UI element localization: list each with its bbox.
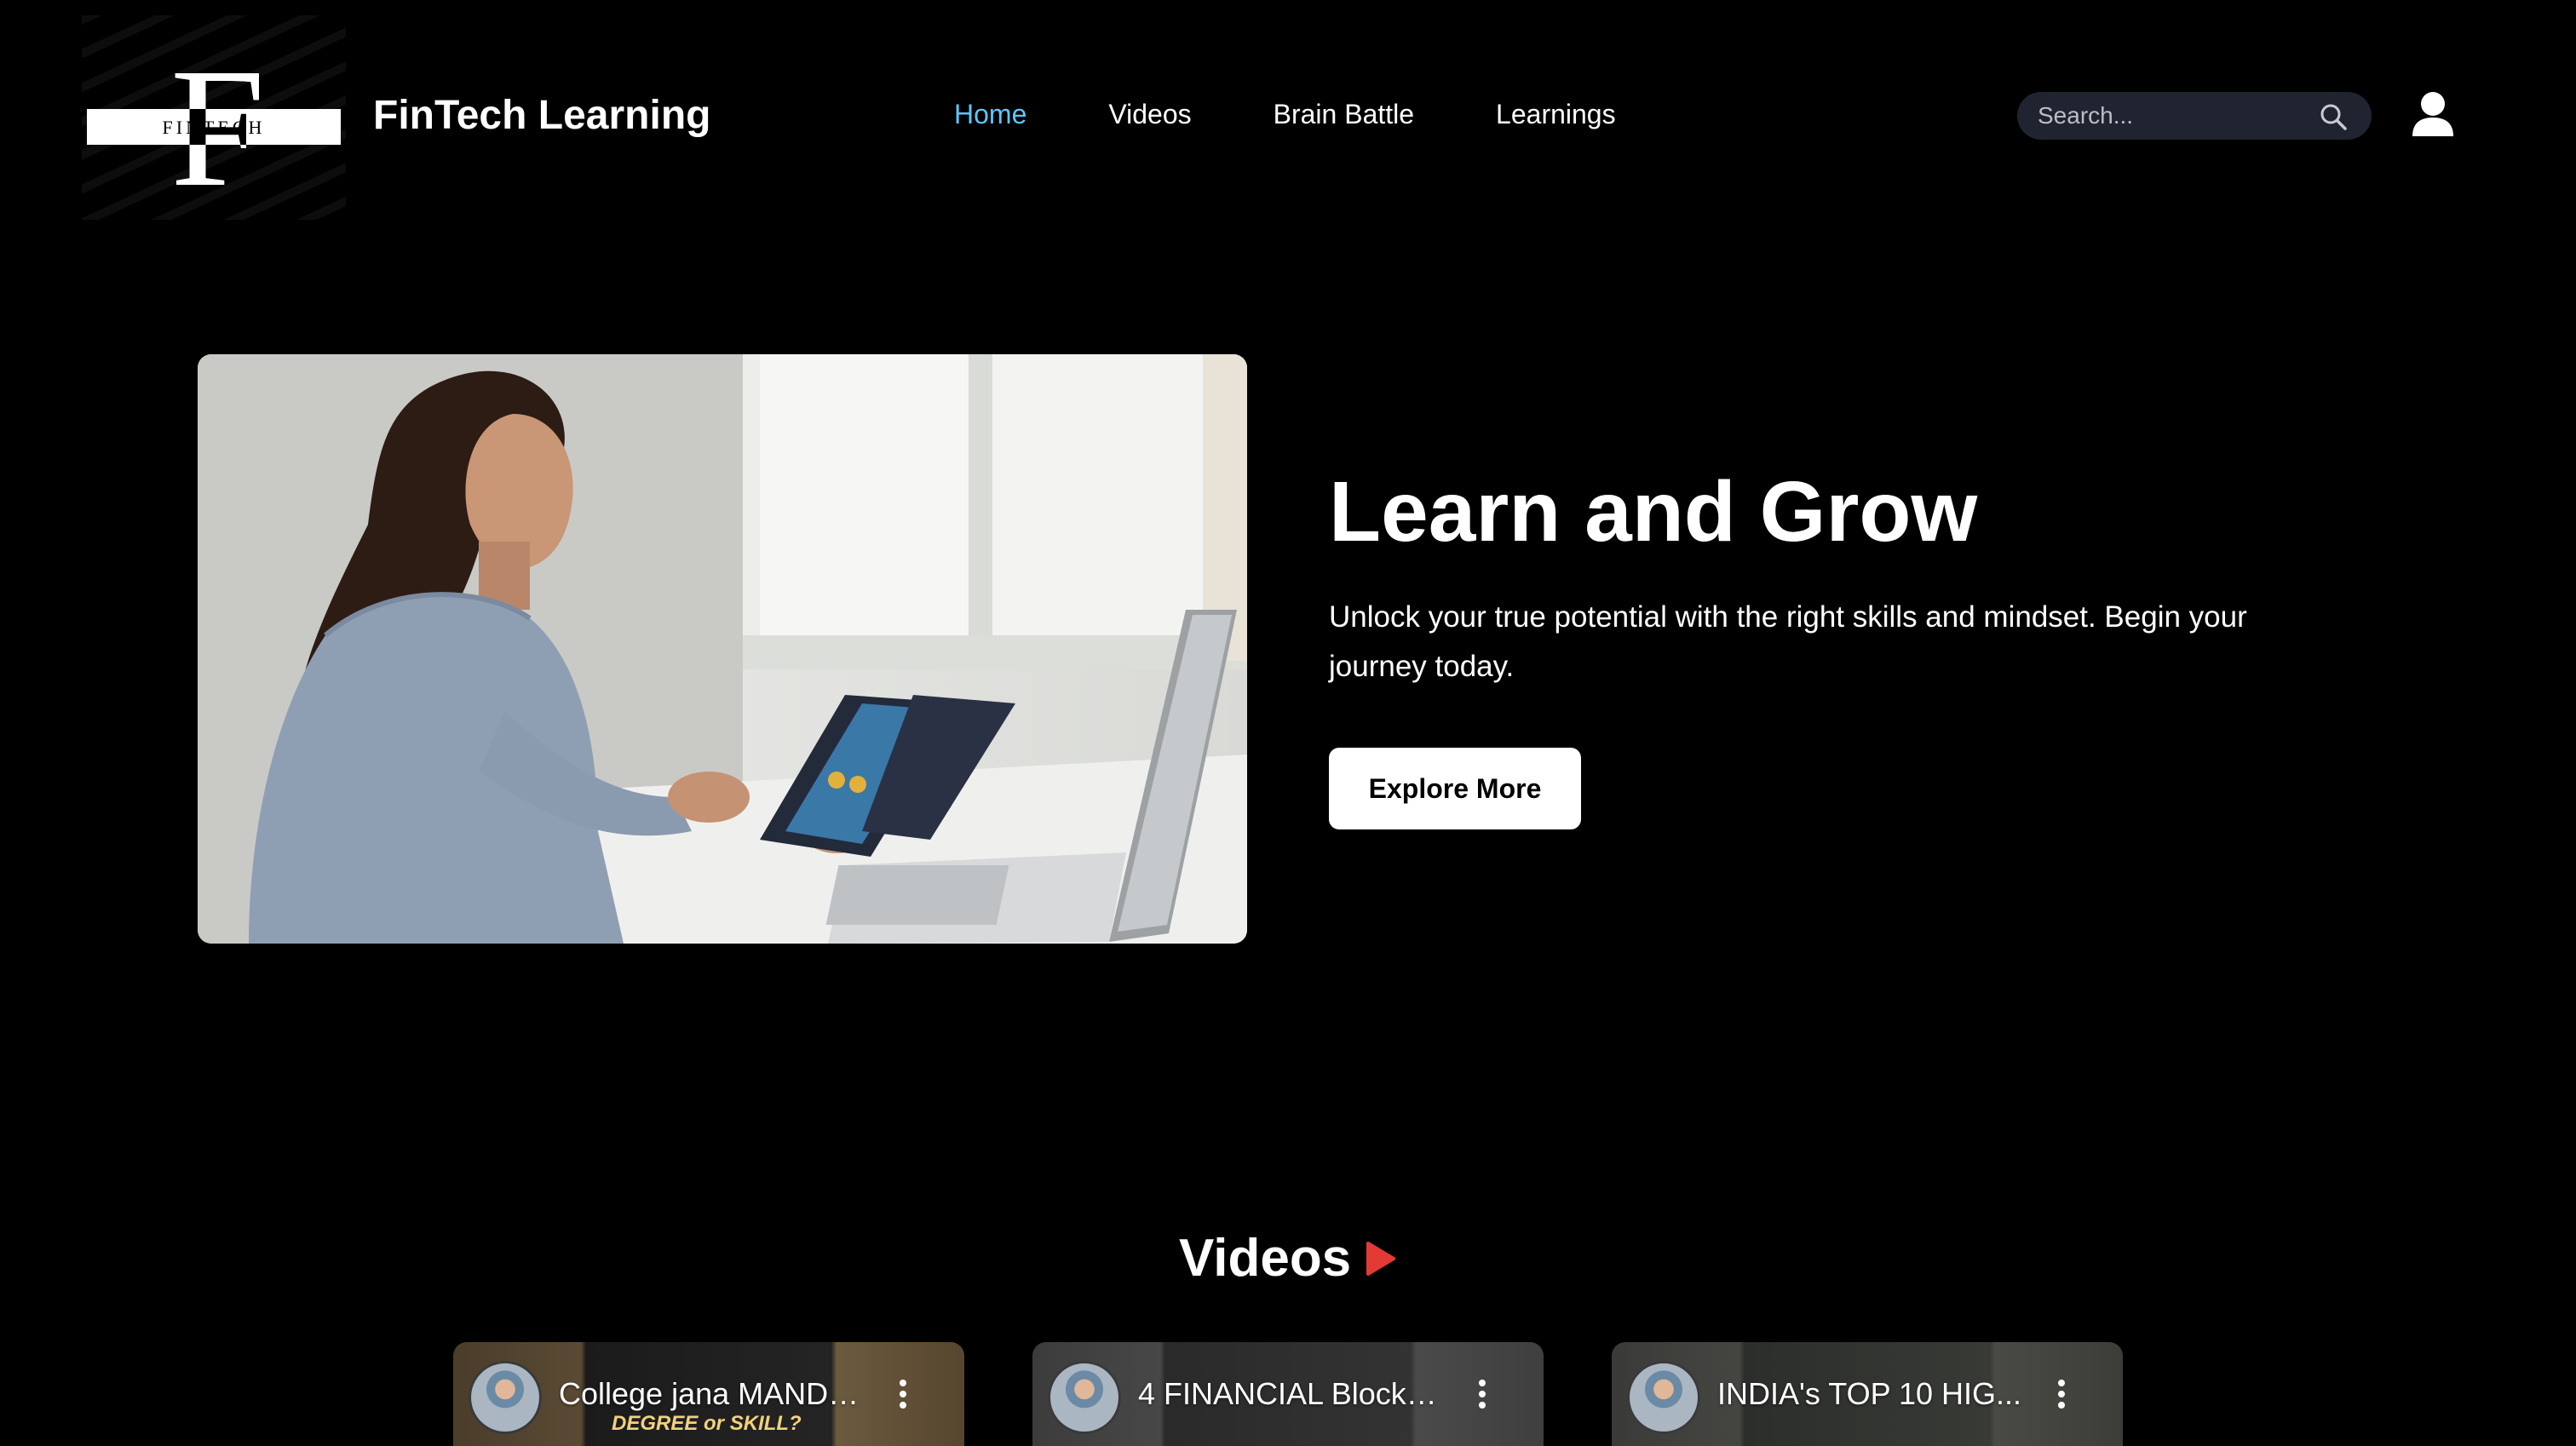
main-nav: Home Videos Brain Battle Learnings [954, 99, 1616, 133]
video-title[interactable]: INDIA's TOP 10 HIG... [1717, 1376, 2024, 1412]
video-title[interactable]: College jana MANDA... [559, 1376, 865, 1412]
thumbnail-caption: DEGREE or SKILL? [612, 1412, 802, 1435]
search-input[interactable] [2038, 92, 2310, 140]
video-card[interactable]: 4 FINANCIAL Blockb... [1032, 1342, 1544, 1446]
hero-illustration [198, 354, 1247, 944]
explore-more-button[interactable]: Explore More [1329, 748, 1581, 829]
more-options-icon[interactable] [894, 1380, 911, 1414]
nav-item-brain-battle[interactable]: Brain Battle [1274, 99, 1414, 133]
user-icon[interactable] [2411, 90, 2455, 138]
site-logo[interactable]: F F FINTECH [82, 15, 346, 220]
logo-wordmark: FINTECH [162, 117, 266, 138]
nav-item-learnings[interactable]: Learnings [1496, 99, 1616, 133]
hero-subtitle: Unlock your true potential with the righ… [1329, 600, 2247, 683]
video-card[interactable]: College jana MANDA... DEGREE or SKILL? [453, 1342, 964, 1446]
channel-avatar[interactable] [1627, 1361, 1700, 1434]
play-icon [1366, 1242, 1395, 1276]
more-options-icon[interactable] [1474, 1380, 1491, 1414]
nav-item-home[interactable]: Home [954, 99, 1026, 133]
hero-image [198, 354, 1247, 944]
videos-section-title: Videos [1179, 1229, 1352, 1288]
nav-item-videos[interactable]: Videos [1108, 99, 1191, 133]
more-options-icon[interactable] [2053, 1380, 2070, 1414]
hero-title: Learn and Grow [1329, 464, 1978, 559]
channel-avatar[interactable] [469, 1361, 542, 1434]
brand-name[interactable]: FinTech Learning [373, 92, 710, 139]
search-icon[interactable] [2319, 102, 2348, 131]
video-card[interactable]: INDIA's TOP 10 HIG... [1612, 1342, 2123, 1446]
channel-avatar[interactable] [1048, 1361, 1121, 1434]
site-header: F F FINTECH FinTech Learning Home Videos… [0, 0, 2576, 230]
video-title[interactable]: 4 FINANCIAL Blockb... [1138, 1376, 1445, 1412]
